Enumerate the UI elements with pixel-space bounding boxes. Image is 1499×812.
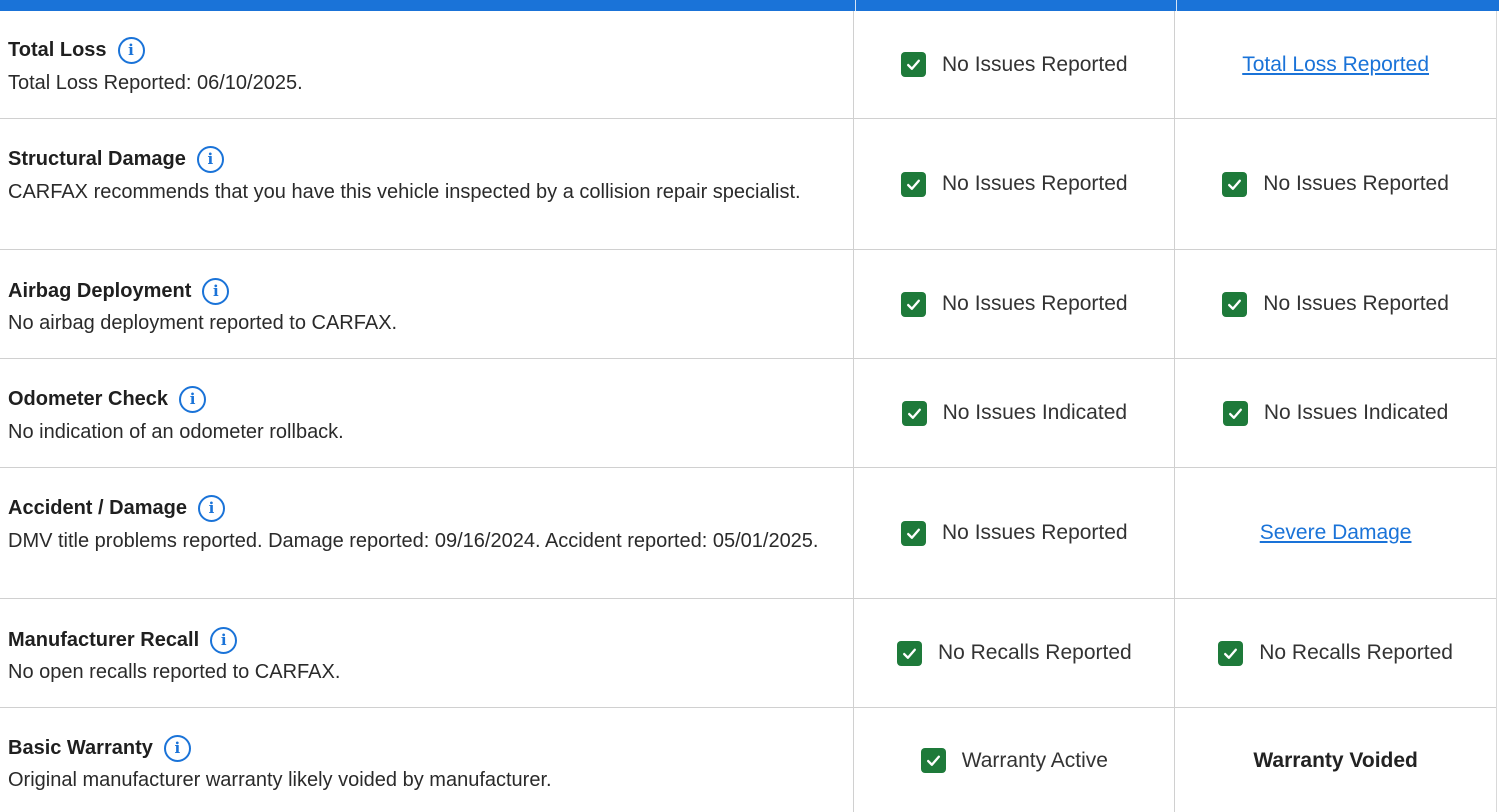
status-text: No Issues Reported	[1263, 292, 1449, 315]
checkbox-checked-icon	[1222, 171, 1248, 197]
item-cell: Total Loss i Total Loss Reported: 06/10/20…	[0, 11, 855, 118]
status-cell-1: Warranty Active	[854, 708, 1176, 812]
status-cell-1: No Recalls Reported	[854, 599, 1176, 707]
status-cell-2: No Recalls Reported	[1175, 599, 1496, 707]
checkbox-checked-icon	[1218, 640, 1244, 666]
status-cell-1: No Issues Reported	[854, 468, 1176, 598]
info-circle-icon[interactable]: i	[197, 495, 225, 522]
status-indicator: No Issues Reported	[1222, 171, 1449, 197]
item-description: Original manufacturer warranty likely vo…	[8, 769, 552, 791]
history-comparison-table: Total Loss i Total Loss Reported: 06/10/20…	[0, 11, 1497, 812]
status-link[interactable]: Total Loss Reported	[1242, 53, 1429, 77]
checkbox-checked-icon	[901, 520, 927, 546]
item-title: Basic Warranty	[8, 737, 153, 759]
item-description: Total Loss Reported: 06/10/2025.	[8, 72, 303, 94]
status-text-bold: Warranty Voided	[1253, 748, 1418, 772]
item-title: Total Loss	[8, 39, 107, 61]
status-cell-2: Total Loss Reported	[1175, 11, 1496, 118]
item-cell: Accident / Damage i DMV title problems rep…	[0, 468, 855, 598]
info-circle-icon[interactable]: i	[179, 386, 207, 413]
status-cell-2: Severe Damage	[1175, 468, 1496, 598]
status-indicator: No Issues Reported	[901, 52, 1128, 77]
item-title: Accident / Damage	[8, 497, 187, 519]
item-description: DMV title problems reported. Damage repo…	[8, 530, 819, 552]
checkbox-checked-icon	[920, 748, 946, 773]
status-cell-2: No Issues Reported	[1175, 250, 1496, 358]
status-cell-1: No Issues Indicated	[854, 359, 1176, 467]
status-indicator: No Issues Reported	[901, 520, 1128, 546]
status-link[interactable]: Severe Damage	[1260, 521, 1412, 545]
item-cell: Basic Warranty i Original manufacturer war…	[0, 708, 855, 812]
status-text: No Issues Reported	[1263, 172, 1449, 195]
status-indicator: No Issues Reported	[901, 171, 1128, 197]
status-indicator: No Issues Reported	[1222, 291, 1449, 317]
status-indicator: No Recalls Reported	[896, 640, 1132, 666]
checkbox-checked-icon	[1222, 291, 1248, 317]
status-indicator: Warranty Active	[920, 748, 1108, 773]
item-description: No airbag deployment reported to CARFAX.	[8, 312, 398, 334]
status-text: No Issues Indicated	[1263, 401, 1449, 424]
info-circle-icon[interactable]: i	[163, 735, 191, 762]
status-indicator: No Recalls Reported	[1218, 640, 1453, 666]
status-text: No Issues Indicated	[942, 401, 1128, 424]
status-cell-2: Warranty Voided	[1175, 708, 1496, 812]
status-cell-1: No Issues Reported	[854, 11, 1176, 118]
item-title: Manufacturer Recall	[8, 629, 200, 651]
info-circle-icon[interactable]: i	[202, 278, 230, 305]
table-row: Manufacturer Recall i No open recalls repo…	[0, 599, 1496, 708]
checkbox-checked-icon	[901, 291, 927, 317]
status-text: Warranty Active	[961, 748, 1108, 772]
status-indicator: No Issues Indicated	[901, 400, 1128, 426]
item-cell: Airbag Deployment i No airbag deployment r…	[0, 250, 855, 358]
status-text: No Issues Reported	[942, 521, 1128, 544]
info-circle-icon[interactable]: i	[210, 627, 238, 654]
info-circle-icon[interactable]: i	[117, 37, 145, 64]
checkbox-checked-icon	[901, 171, 927, 197]
status-cell-1: No Issues Reported	[854, 119, 1176, 249]
header-divider	[855, 0, 856, 11]
item-cell: Manufacturer Recall i No open recalls repo…	[0, 599, 855, 707]
item-cell: Structural Damage i CARFAX recommends that…	[0, 119, 855, 249]
item-description: No open recalls reported to CARFAX.	[8, 661, 341, 683]
status-text: No Recalls Reported	[937, 641, 1132, 664]
header-divider	[1176, 0, 1177, 11]
item-cell: Odometer Check i No indication of an odome…	[0, 359, 855, 467]
item-description: No indication of an odometer rollback.	[8, 421, 344, 443]
status-cell-2: No Issues Reported	[1175, 119, 1496, 249]
info-circle-icon[interactable]: i	[196, 146, 224, 173]
table-row: Odometer Check i No indication of an odome…	[0, 359, 1496, 468]
status-text: No Recalls Reported	[1259, 641, 1453, 664]
table-row: Airbag Deployment i No airbag deployment r…	[0, 250, 1496, 359]
item-title: Airbag Deployment	[8, 280, 192, 302]
status-indicator: No Issues Indicated	[1222, 400, 1449, 426]
table-row: Structural Damage i CARFAX recommends that…	[0, 119, 1496, 250]
item-description: CARFAX recommends that you have this veh…	[8, 181, 801, 203]
checkbox-checked-icon	[1222, 400, 1248, 426]
status-cell-1: No Issues Reported	[854, 250, 1176, 358]
table-row: Accident / Damage i DMV title problems rep…	[0, 468, 1496, 599]
item-title: Odometer Check	[8, 388, 169, 410]
status-text: No Issues Reported	[942, 52, 1128, 76]
status-text: No Issues Reported	[942, 292, 1128, 315]
status-text: No Issues Reported	[942, 172, 1128, 195]
header-bar	[0, 0, 1499, 11]
checkbox-checked-icon	[896, 640, 922, 666]
status-indicator: No Issues Reported	[901, 291, 1128, 317]
checkbox-checked-icon	[901, 400, 927, 426]
checkbox-checked-icon	[901, 52, 927, 77]
table-row: Basic Warranty i Original manufacturer war…	[0, 708, 1496, 812]
table-row: Total Loss i Total Loss Reported: 06/10/20…	[0, 11, 1496, 119]
status-cell-2: No Issues Indicated	[1175, 359, 1496, 467]
item-title: Structural Damage	[8, 148, 186, 170]
